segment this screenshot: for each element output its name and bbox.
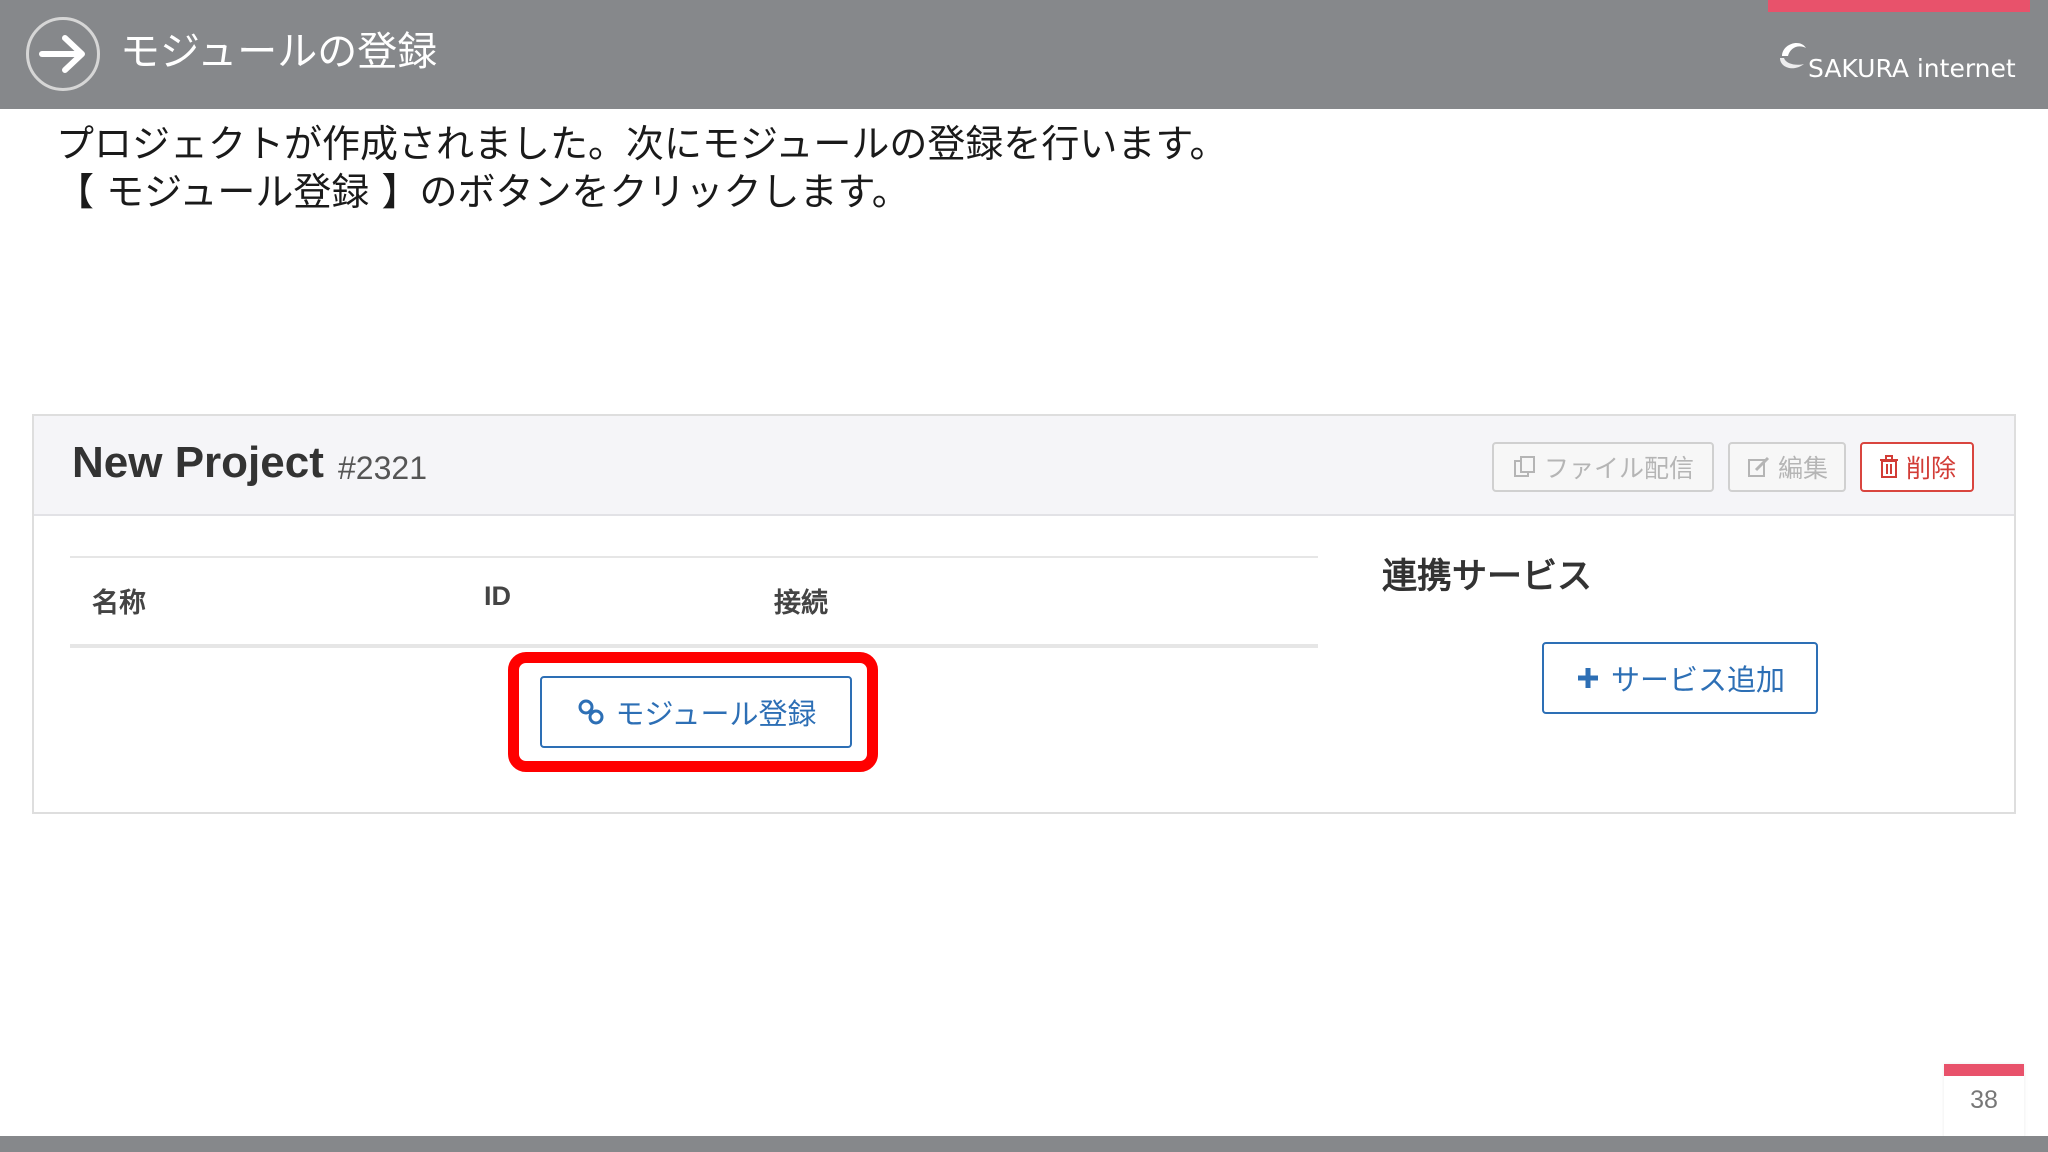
add-service-label: サービス追加 xyxy=(1610,663,1785,697)
column-header-connection: 接続 xyxy=(774,588,828,619)
page-number: 38 xyxy=(1970,1086,1998,1114)
register-module-button[interactable]: モジュール登録 xyxy=(540,676,852,748)
project-panel-header: New Project #2321 ファイル配信 編集 削除 xyxy=(34,416,2014,516)
slide-title: モジュールの登録 xyxy=(120,29,438,75)
logo-text: SAKURA internet xyxy=(1808,54,2016,83)
header-accent-stripe xyxy=(1768,0,2030,12)
instruction-line-1: プロジェクトが作成されました。次にモジュールの登録を行います。 xyxy=(56,122,1228,166)
file-delivery-label: ファイル配信 xyxy=(1543,454,1694,483)
delete-label: 削除 xyxy=(1905,454,1956,483)
register-module-label: モジュール登録 xyxy=(615,697,817,731)
table-divider-top xyxy=(70,556,1318,558)
table-divider-bottom xyxy=(70,644,1318,648)
linked-services-title: 連携サービス xyxy=(1382,557,1593,597)
edit-label: 編集 xyxy=(1777,454,1828,483)
page-number-accent xyxy=(1944,1064,2024,1076)
edit-icon xyxy=(1747,456,1770,477)
column-header-name: 名称 xyxy=(92,588,146,619)
copy-icon xyxy=(1513,456,1535,477)
slide-header: モジュールの登録 SAKURA internet xyxy=(0,0,2048,109)
arrow-right-icon xyxy=(26,17,100,91)
delete-button[interactable]: 削除 xyxy=(1860,442,1974,492)
file-delivery-button[interactable]: ファイル配信 xyxy=(1492,442,1714,492)
footer-bar xyxy=(0,1136,2048,1152)
link-icon xyxy=(578,699,603,725)
plus-icon xyxy=(1577,668,1598,688)
add-service-button[interactable]: サービス追加 xyxy=(1542,642,1818,714)
instruction-line-2: 【 モジュール登録 】のボタンをクリックします。 xyxy=(56,170,910,214)
edit-button[interactable]: 編集 xyxy=(1728,442,1846,492)
project-id: #2321 xyxy=(338,450,427,486)
project-panel: New Project #2321 ファイル配信 編集 削除 名称 ID 接続 … xyxy=(32,414,2016,814)
project-name: New Project xyxy=(72,438,324,487)
column-header-id: ID xyxy=(484,581,511,611)
trash-icon xyxy=(1879,455,1898,478)
